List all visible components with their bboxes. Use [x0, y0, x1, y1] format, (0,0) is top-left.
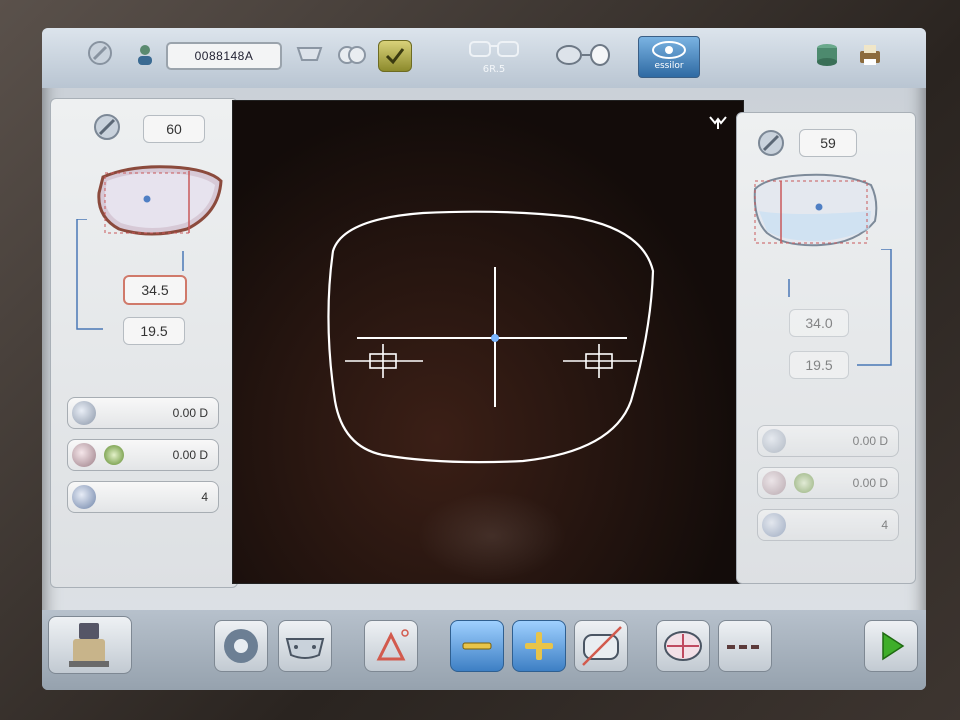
sphere-row[interactable]: 0.00 D — [67, 397, 219, 429]
cylinder-axis-icon — [72, 443, 96, 467]
left-marker — [345, 344, 423, 378]
frame-shape-button[interactable] — [278, 620, 332, 672]
user-icon[interactable] — [134, 40, 156, 70]
fitting-height-value[interactable]: 19.5 — [123, 317, 185, 345]
dash-button[interactable] — [718, 620, 772, 672]
right-lens-shape-preview[interactable] — [745, 171, 885, 249]
target-button[interactable] — [656, 620, 710, 672]
cylinder-axis-icon — [762, 471, 786, 495]
device-screen: 0088148A 6R.5 essilor 60 34.5 19.5 0.00 … — [42, 28, 926, 690]
decrease-button[interactable] — [450, 620, 504, 672]
triangle-icon — [376, 629, 409, 661]
frame-shape-icon — [285, 638, 325, 659]
machine-button[interactable] — [48, 616, 132, 674]
brand-button[interactable]: essilor — [638, 36, 700, 78]
lens-tracing-canvas — [327, 210, 655, 464]
lens-button[interactable] — [214, 620, 268, 672]
database-icon[interactable] — [812, 40, 844, 70]
half-pd-value[interactable]: 34.5 — [123, 275, 187, 305]
no-shape-button[interactable] — [574, 620, 628, 672]
axis-target-icon — [794, 473, 814, 493]
lens-power-icon — [72, 401, 96, 425]
axis-target-icon — [104, 445, 124, 465]
frame-marker-icon[interactable] — [707, 113, 729, 131]
left-lens-panel: 60 34.5 19.5 0.00 D 0.00 D 4 — [50, 98, 238, 588]
next-arrow-icon — [882, 631, 905, 661]
right-lens-panel: 59 34.0 19.5 0.00 D 0.00 D 4 — [736, 112, 916, 584]
top-toolbar: 0088148A 6R.5 essilor — [42, 28, 926, 88]
right-marker — [563, 344, 637, 378]
lens-outline — [327, 210, 655, 464]
machine-icon — [69, 623, 109, 667]
base-curve-value: 4 — [201, 490, 208, 504]
sphere-value: 0.00 D — [172, 406, 208, 420]
lens-power-icon — [762, 429, 786, 453]
cylinder-value: 0.00 D — [852, 476, 888, 490]
glasses-frame-icon — [469, 41, 519, 57]
lens-to-frame-icon[interactable] — [554, 40, 614, 70]
brand-label: essilor — [654, 61, 684, 71]
no-shape-icon — [582, 626, 622, 666]
base-curve-row[interactable]: 4 — [67, 481, 219, 513]
base-curve-value: 4 — [881, 518, 888, 532]
lens-icon — [224, 629, 258, 663]
cylinder-row[interactable]: 0.00 D — [67, 439, 219, 471]
pair-lens-icon[interactable] — [336, 40, 368, 70]
target-icon — [664, 631, 702, 661]
dash-icon — [727, 645, 763, 649]
minus-icon — [462, 642, 492, 650]
lens-edging-viewport[interactable] — [232, 100, 744, 584]
increase-button[interactable] — [512, 620, 566, 672]
angle-button[interactable] — [364, 620, 418, 672]
frame-type-selector[interactable]: 6R.5 — [466, 34, 522, 80]
diameter-value[interactable]: 60 — [143, 115, 205, 143]
validate-icon[interactable] — [378, 40, 412, 72]
diameter-icon — [93, 113, 121, 141]
base-curve-icon — [72, 485, 96, 509]
diameter-icon — [757, 129, 785, 157]
frame-type-label: 6R.5 — [482, 64, 506, 75]
sphere-value: 0.00 D — [852, 434, 888, 448]
cylinder-row[interactable]: 0.00 D — [757, 467, 899, 499]
next-button[interactable] — [864, 620, 918, 672]
eye-icon — [652, 41, 686, 59]
optical-center-marker — [491, 334, 499, 342]
base-curve-row[interactable]: 4 — [757, 509, 899, 541]
frame-options-icon[interactable] — [294, 40, 326, 70]
half-pd-value[interactable]: 34.0 — [789, 309, 849, 337]
plus-icon — [525, 632, 553, 660]
sphere-row[interactable]: 0.00 D — [757, 425, 899, 457]
base-curve-icon — [762, 513, 786, 537]
lens-tool-icon[interactable] — [84, 38, 116, 68]
diameter-value[interactable]: 59 — [799, 129, 857, 157]
printer-icon[interactable] — [854, 40, 886, 70]
job-number-field[interactable]: 0088148A — [166, 42, 282, 70]
cylinder-value: 0.00 D — [172, 448, 208, 462]
fitting-height-value[interactable]: 19.5 — [789, 351, 849, 379]
